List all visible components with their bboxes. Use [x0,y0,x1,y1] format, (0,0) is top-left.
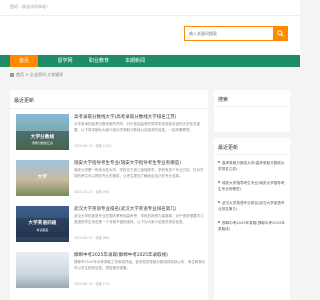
article-summary: 武汉大学的英语专业在国内享有较高声誉，学校的师资力量雄厚，对于很多想要学习英语的… [74,214,204,224]
sidebar-recent-item[interactable]: 武汉大学英语专业排名(武汉大学英语专业排名第几) [218,200,286,212]
bullet-icon [218,161,220,163]
breadcrumb-path[interactable]: 首页 > 企业资讯·大学留学 [16,72,63,77]
list-item[interactable]: 大学 瑞安大学指导考生专业(瑞安大学指导考生专业有哪些) 瑞安大学是一所综合性大… [16,160,206,200]
search-input[interactable] [185,27,274,40]
sidebar-recent-item[interactable]: 瑞安大学指导考生专业(瑞安大学指导考生专业有哪些) [218,180,286,192]
article-summary: 大学各地的高考分数线有所不同，对于参加高考的同学来说选择合适的大学至关重要，以下… [74,122,200,132]
nav-item-study-abroad[interactable]: 留学网 [52,55,78,67]
nav-item-vocational[interactable]: 职业教育 [84,55,114,67]
article-title[interactable]: 邯郸中考2025年录取(邯郸中考2025年录取线) [74,252,204,258]
thumbnail-text: 大学英语四级 [28,221,57,226]
thumbnail-text: 大学 [37,175,48,180]
article-meta: 2023-06-15 · 阅读 (86) [74,236,110,240]
sidebar: 搜索 最近更新 高考录取分数线大学(高考录取分数线大学排名江苏) 瑞安大学指导考… [214,90,290,300]
sidebar-search-box: 搜索 [214,90,290,132]
nav-item-news[interactable]: 本期新闻 [120,55,150,67]
sidebar-recent-link[interactable]: 邯郸中考2025年录取(邯郸中考2025年录取线) [218,221,285,231]
divider [214,154,290,155]
bullet-icon [218,201,220,203]
list-item[interactable]: 邯郸中考2025年录取(邯郸中考2025年录取线) 邯郸市2025年中考录取工作… [16,252,206,292]
main-content: 最近更新 大学分数线 录取分数线汇总 高考录取分数线大学(高考录取分数线大学排名… [10,90,208,300]
divider [214,106,290,107]
top-bar: 您好，欢迎访问本站！ [0,0,300,16]
article-meta: 2023-06-15 · 阅读 (98) [74,190,110,194]
article-thumbnail[interactable]: 大学英语四级 考试报名 [16,206,69,242]
search-icon [276,30,284,37]
section-title: 最近更新 [14,98,35,104]
thumbnail-text: 大学分数线 [30,135,55,140]
article-title[interactable]: 高考录取分数线大学(高考录取分数线大学排名江苏) [74,114,204,120]
welcome-text: 您好，欢迎访问本站！ [10,4,50,9]
article-thumbnail[interactable] [16,252,69,288]
bullet-icon [218,181,220,183]
sidebar-recent-title: 最近更新 [218,145,239,151]
thumbnail-subtext: 考试报名 [36,228,49,232]
divider [10,108,208,109]
search-button[interactable] [273,27,287,40]
article-summary: 瑞安大学是一所综合性大学，学校位于浙江省瑞安市，学校有多个专业方向，针对不同的考… [74,168,204,178]
article-thumbnail[interactable]: 大学分数线 录取分数线汇总 [16,114,69,150]
sidebar-recent-box: 最近更新 高考录取分数线大学(高考录取分数线大学排名江苏) 瑞安大学指导考生专业… [214,138,290,300]
list-item[interactable]: 大学分数线 录取分数线汇总 高考录取分数线大学(高考录取分数线大学排名江苏) 大… [16,114,206,154]
thumbnail-subtext: 录取分数线汇总 [31,141,53,145]
article-meta: 2023-06-15 · 阅读 (125) [74,144,112,148]
sidebar-recent-item[interactable]: 高考录取分数线大学(高考录取分数线大学排名江苏) [218,160,286,172]
sidebar-recent-link[interactable]: 武汉大学英语专业排名(武汉大学英语专业排名第几) [218,201,285,211]
list-item[interactable]: 大学英语四级 考试报名 武汉大学英语专业排名(武汉大学英语专业排名第几) 武汉大… [16,206,206,246]
home-icon [10,72,14,77]
nav-item-home[interactable]: 首页 [10,55,38,67]
article-title[interactable]: 瑞安大学指导考生专业(瑞安大学指导考生专业有哪些) [74,160,204,166]
main-nav: 首页 留学网 职业教育 本期新闻 [0,55,300,67]
article-title[interactable]: 武汉大学英语专业排名(武汉大学英语专业排名第几) [74,206,204,212]
article-thumbnail[interactable]: 大学 [16,160,69,196]
article-summary: 邯郸市2025年中考录取工作即将开始，各学校的录取分数线将陆续公布，考生和家长可… [74,260,206,270]
sidebar-recent-link[interactable]: 高考录取分数线大学(高考录取分数线大学排名江苏) [218,161,285,171]
thumbnail-image [16,252,69,288]
article-meta: 2023-06-15 · 阅读 (72) [74,282,110,286]
sidebar-recent-link[interactable]: 瑞安大学指导考生专业(瑞安大学指导考生专业有哪些) [218,181,285,191]
sidebar-search-title: 搜索 [218,97,229,103]
header [0,16,300,55]
bullet-icon [218,221,220,223]
sidebar-recent-item[interactable]: 邯郸中考2025年录取(邯郸中考2025年录取线) [218,220,286,232]
breadcrumb: 首页 > 企业资讯·大学留学 [10,72,63,78]
search-box [184,26,288,41]
